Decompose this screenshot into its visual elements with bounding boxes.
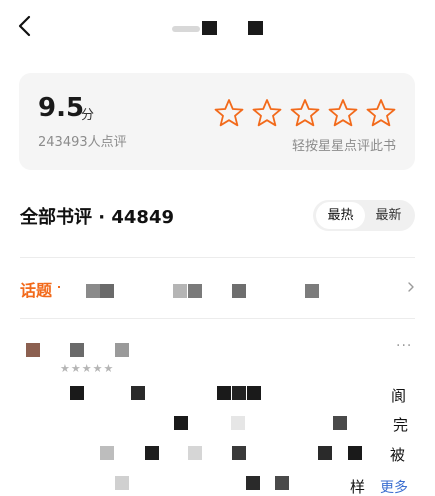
obscured-block: [100, 446, 114, 460]
sort-toggle: 最热 最新: [313, 200, 415, 231]
rating-count: 243493人点评: [38, 135, 127, 150]
star-outline-icon[interactable]: [251, 97, 283, 129]
review-text-glyph: 样: [350, 478, 366, 496]
obscured-block: [217, 386, 231, 400]
obscured-block: [305, 284, 319, 298]
obscured-block: [232, 284, 246, 298]
star-outline-icon[interactable]: [365, 97, 397, 129]
obscured-block: [318, 446, 332, 460]
obscured-block: [100, 284, 114, 298]
avatar[interactable]: [26, 343, 40, 357]
top-bar: [0, 0, 435, 56]
star-outline-icon[interactable]: [289, 97, 321, 129]
review-text-glyph: 阆: [391, 387, 407, 405]
divider: [20, 318, 415, 319]
reviews-section-title: 全部书评 · 44849: [20, 207, 174, 228]
divider: [20, 257, 415, 258]
topic-row[interactable]: 话题: [0, 266, 435, 310]
obscured-block: [275, 476, 289, 490]
obscured-block: [70, 386, 84, 400]
obscured-block: [86, 284, 100, 298]
obscured-block: [145, 446, 159, 460]
back-arrow-icon[interactable]: [14, 12, 38, 40]
obscured-block: [247, 386, 261, 400]
obscured-block: [115, 343, 129, 357]
rating-score: 9.5: [38, 93, 85, 123]
obscured-block: [333, 416, 347, 430]
obscured-block: [232, 386, 246, 400]
rate-hint: 轻按星星点评此书: [291, 139, 396, 154]
expand-more-link[interactable]: 更多: [380, 477, 408, 496]
star-outline-icon[interactable]: [327, 97, 359, 129]
star-outline-icon[interactable]: [213, 97, 245, 129]
review-stars: ★★★★★: [60, 362, 115, 375]
book-title-obscured: [172, 18, 272, 38]
obscured-block: [70, 343, 84, 357]
obscured-block: [188, 284, 202, 298]
rating-score-unit: 分: [81, 108, 95, 123]
chevron-right-icon: [408, 282, 414, 292]
review-text-glyph: 完: [393, 416, 409, 434]
review-text-glyph: 被: [390, 446, 406, 464]
obscured-block: [232, 446, 246, 460]
obscured-block: [348, 446, 362, 460]
obscured-block: [188, 446, 202, 460]
rating-card: 9.5 分 243493人点评 轻按星星点评此书: [19, 73, 415, 170]
sort-hot-button[interactable]: 最热: [316, 202, 365, 229]
obscured-block: [131, 386, 145, 400]
obscured-block: [115, 476, 129, 490]
rate-stars: [213, 97, 397, 129]
obscured-block: [173, 284, 187, 298]
obscured-block: [231, 416, 245, 430]
topic-dot: [58, 286, 60, 288]
topic-label: 话题: [20, 281, 53, 300]
sort-latest-button[interactable]: 最新: [364, 202, 413, 229]
obscured-block: [174, 416, 188, 430]
obscured-block: [246, 476, 260, 490]
more-options-icon[interactable]: ···: [396, 338, 412, 354]
